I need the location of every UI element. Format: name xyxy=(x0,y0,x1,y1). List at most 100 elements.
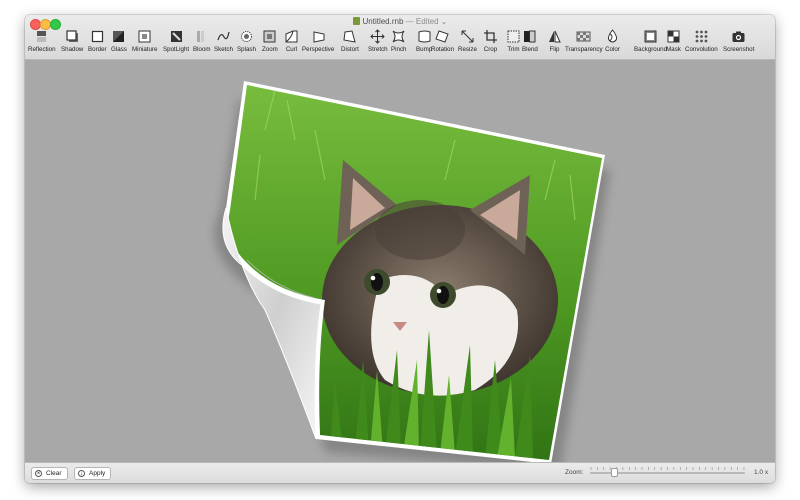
tool-stretch-button[interactable]: Stretch xyxy=(368,28,388,58)
tool-bump-button[interactable]: Bump xyxy=(416,28,432,58)
apply-button[interactable]: ↓ Apply xyxy=(74,467,112,480)
tool-shadow-button[interactable]: Shadow xyxy=(61,28,83,58)
convolution-icon xyxy=(694,29,709,44)
tool-label: Distort xyxy=(341,46,359,53)
tool-label: Flip xyxy=(549,46,560,53)
tool-pinch-button[interactable]: Pinch xyxy=(391,28,406,58)
pinch-icon xyxy=(391,29,406,44)
clear-icon: × xyxy=(35,470,42,477)
tool-flip-button[interactable]: Flip xyxy=(547,28,562,58)
curl-icon xyxy=(284,29,299,44)
tool-label: Screenshot xyxy=(723,46,755,53)
app-window: Untitled.rnb — Edited ⌄ Reflection Shadow… xyxy=(25,15,775,483)
tool-resize-button[interactable]: Resize xyxy=(458,28,477,58)
flip-icon xyxy=(547,29,562,44)
cat-photo xyxy=(228,85,602,460)
border-icon xyxy=(90,29,105,44)
tool-label: Transparency xyxy=(565,46,603,53)
transparency-icon xyxy=(576,29,591,44)
tool-label: Resize xyxy=(458,46,477,53)
tool-label: Perspective xyxy=(302,46,335,53)
tool-label: Reflection xyxy=(28,46,56,53)
tool-bloom-button[interactable]: Bloom xyxy=(193,28,211,58)
tool-blend-button[interactable]: Blend xyxy=(522,28,538,58)
tool-perspective-button[interactable]: Perspective xyxy=(302,28,334,58)
tool-border-button[interactable]: Border xyxy=(88,28,107,58)
tool-label: Mask xyxy=(666,46,681,53)
tool-reflection-button[interactable]: Reflection xyxy=(28,28,56,58)
tool-background-button[interactable]: Background xyxy=(634,28,667,58)
bottom-bar: × Clear ↓ Apply Zoom: 1.0 x xyxy=(25,462,775,483)
tool-distort-button[interactable]: Distort xyxy=(341,28,359,58)
toolbar: Reflection Shadow Border Glass Miniature Spot… xyxy=(25,28,775,58)
tool-color-button[interactable]: Color xyxy=(605,28,620,58)
tool-curl-button[interactable]: Curl xyxy=(284,28,299,58)
tool-label: Shadow xyxy=(61,46,84,53)
glass-icon xyxy=(111,29,126,44)
image-canvas[interactable] xyxy=(25,60,775,472)
document-name: Untitled.rnb xyxy=(362,17,404,26)
sketch-icon xyxy=(216,29,231,44)
tool-label: Border xyxy=(88,46,107,53)
tool-label: Pinch xyxy=(391,46,407,53)
apply-icon: ↓ xyxy=(78,470,85,477)
resize-icon xyxy=(460,29,475,44)
tool-label: Convolution xyxy=(685,46,718,53)
tool-label: Color xyxy=(605,46,620,53)
tool-label: Background xyxy=(634,46,668,53)
zoom-label: Zoom: xyxy=(565,469,584,476)
tool-label: Splash xyxy=(237,46,256,53)
tool-label: Bloom xyxy=(193,46,211,53)
bump-icon xyxy=(417,29,432,44)
tool-screenshot-button[interactable]: Screenshot xyxy=(723,28,754,58)
tool-label: SpotLight xyxy=(163,46,190,53)
tool-mask-button[interactable]: Mask xyxy=(666,28,681,58)
tool-label: Sketch xyxy=(214,46,233,53)
apply-label: Apply xyxy=(89,470,106,477)
zoom-icon xyxy=(262,29,277,44)
tool-label: Trim xyxy=(507,46,520,53)
zoom-slider-knob[interactable] xyxy=(611,468,619,477)
tool-label: Miniature xyxy=(132,46,158,53)
tool-splash-button[interactable]: Splash xyxy=(237,28,256,58)
distort-icon xyxy=(342,29,357,44)
miniature-icon xyxy=(137,29,152,44)
splash-icon xyxy=(239,29,254,44)
page-curl-preview xyxy=(214,81,610,472)
tool-rotation-button[interactable]: Rotation xyxy=(431,28,454,58)
tool-spotlight-button[interactable]: SpotLight xyxy=(163,28,189,58)
edited-status[interactable]: — Edited ⌄ xyxy=(406,17,448,26)
title-bar: Untitled.rnb — Edited ⌄ Reflection Shadow… xyxy=(25,15,775,60)
tool-label: Curl xyxy=(285,46,298,53)
background-icon xyxy=(643,29,658,44)
zoom-value: 1.0 x xyxy=(754,469,769,476)
clear-button[interactable]: × Clear xyxy=(31,467,68,480)
tool-label: Blend xyxy=(522,46,538,53)
tool-glass-button[interactable]: Glass xyxy=(111,28,127,58)
perspective-icon xyxy=(311,29,326,44)
tool-label: Stretch xyxy=(368,46,388,53)
tool-transparency-button[interactable]: Transparency xyxy=(565,28,603,58)
tool-crop-button[interactable]: Crop xyxy=(483,28,498,58)
tool-convolution-button[interactable]: Convolution xyxy=(685,28,718,58)
clear-label: Clear xyxy=(46,470,62,477)
rotation-icon xyxy=(435,29,450,44)
reflection-icon xyxy=(34,29,49,44)
screenshot-icon xyxy=(731,29,746,44)
document-icon xyxy=(352,17,360,25)
spotlight-icon xyxy=(169,29,184,44)
tool-label: Zoom xyxy=(262,46,278,53)
mask-icon xyxy=(666,29,681,44)
tool-label: Glass xyxy=(111,46,127,53)
blend-icon xyxy=(522,29,537,44)
tool-label: Bump xyxy=(416,46,433,53)
bloom-icon xyxy=(194,29,209,44)
tool-label: Rotation xyxy=(431,46,455,53)
tool-miniature-button[interactable]: Miniature xyxy=(132,28,157,58)
tool-label: Crop xyxy=(483,46,498,53)
color-icon xyxy=(605,29,620,44)
tool-zoom-button[interactable]: Zoom xyxy=(262,28,278,58)
tool-sketch-button[interactable]: Sketch xyxy=(214,28,233,58)
crop-icon xyxy=(483,29,498,44)
tool-trim-button[interactable]: Trim xyxy=(506,28,521,58)
